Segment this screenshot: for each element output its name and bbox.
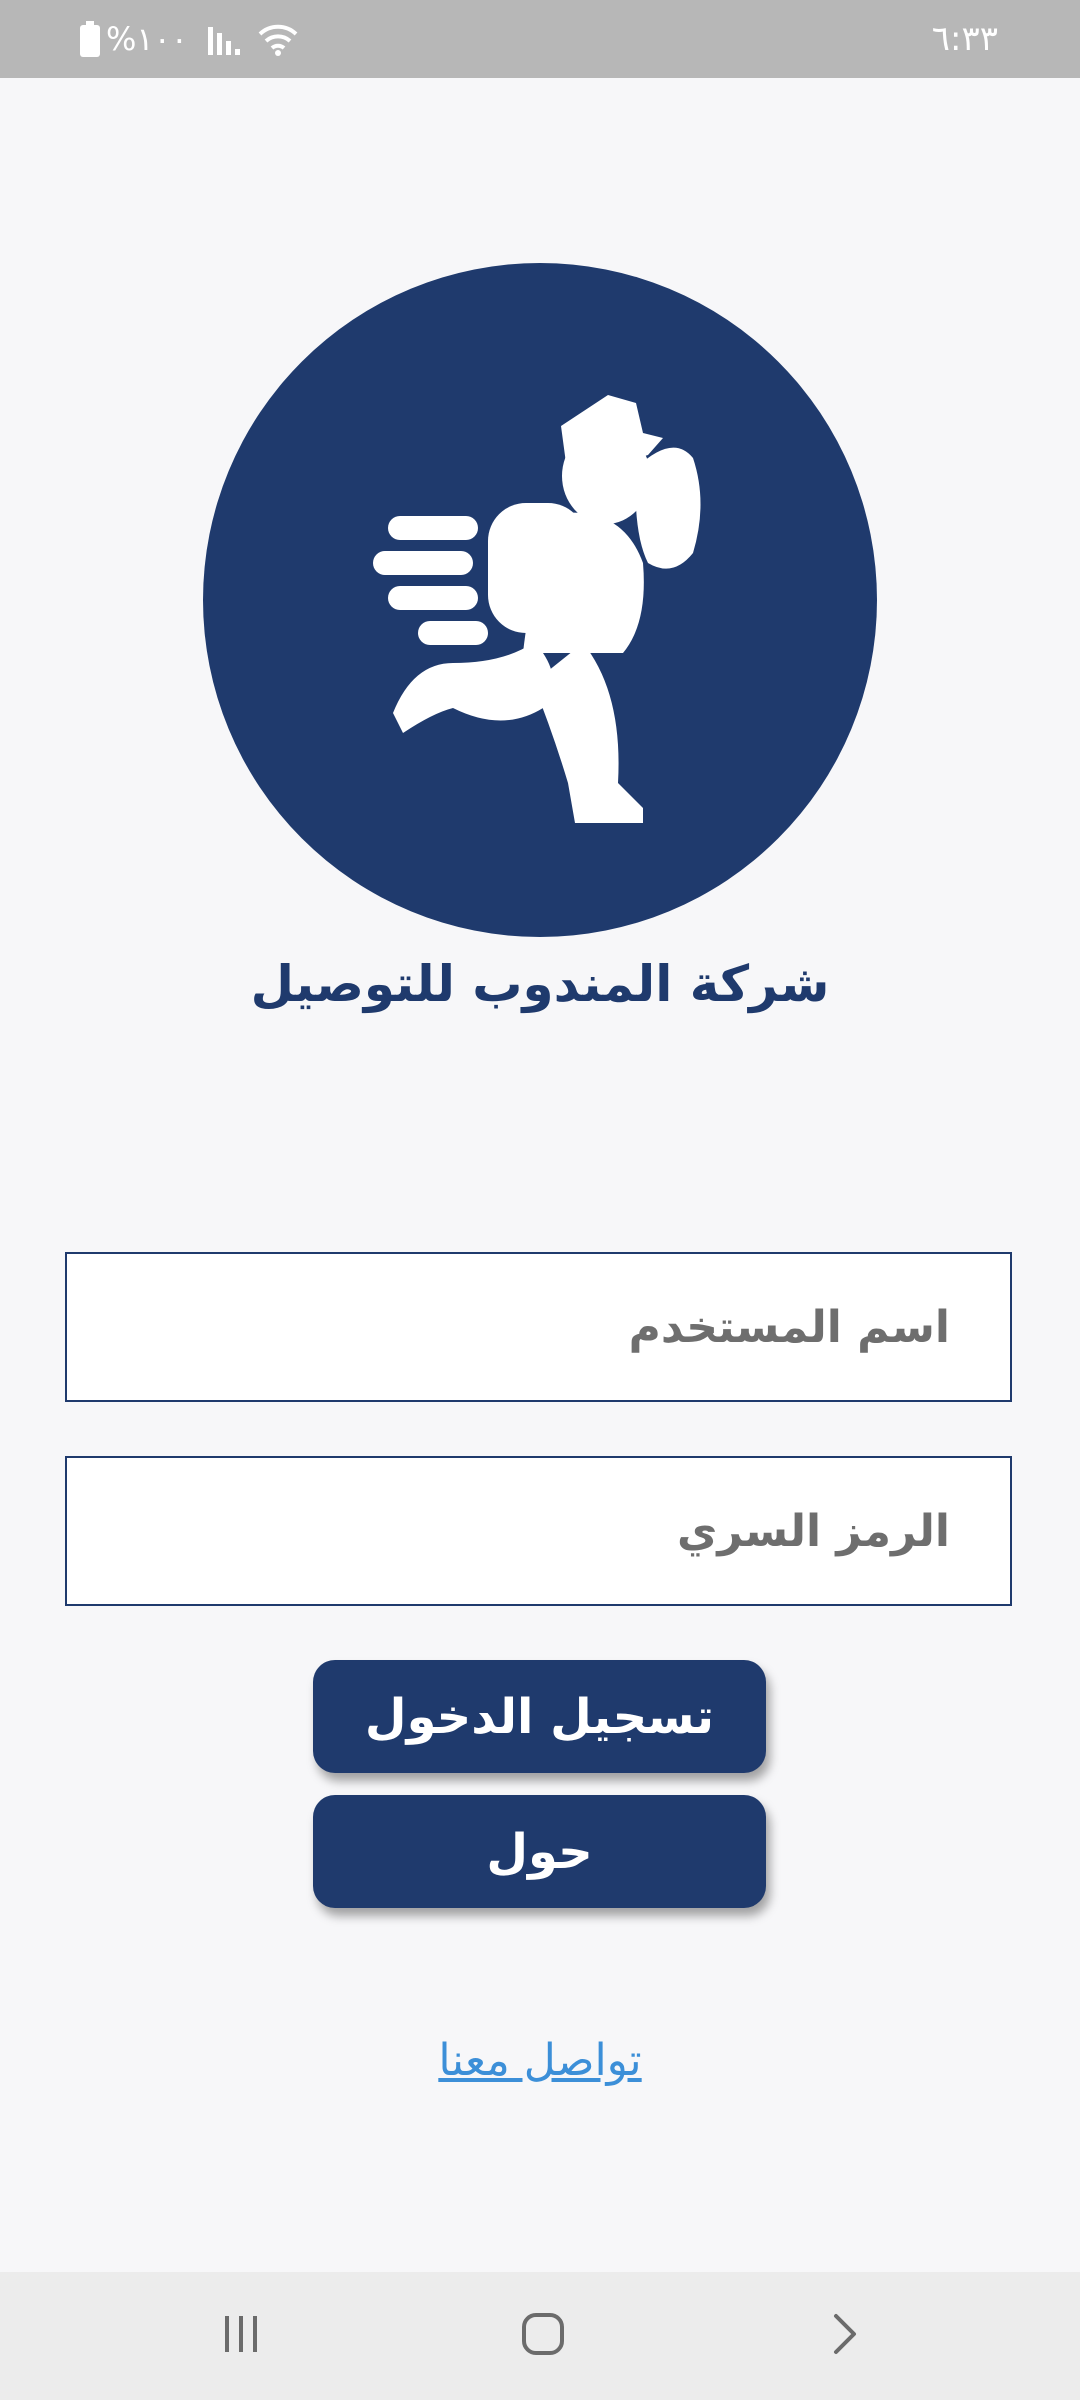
signal-icon [207, 23, 242, 55]
status-time: ٦:٣٣ [931, 19, 998, 59]
battery-percent: %١٠٠ [106, 20, 188, 58]
username-field-container [65, 1252, 1012, 1402]
password-input[interactable] [67, 1458, 1010, 1604]
battery-icon [80, 21, 100, 57]
company-name: شركة المندوب للتوصيل [250, 955, 830, 1013]
status-bar: %١٠٠ ٦:٣٣ [0, 0, 1080, 78]
username-input[interactable] [67, 1254, 1010, 1400]
contact-us-link[interactable]: تواصل معنا [0, 2035, 1080, 2086]
company-logo [203, 263, 877, 937]
recent-apps-icon [221, 2314, 261, 2358]
password-field-container [65, 1456, 1012, 1606]
recent-apps-button[interactable] [181, 2272, 301, 2400]
about-button[interactable]: حول [313, 1795, 766, 1908]
login-button[interactable]: تسجيل الدخول [313, 1660, 766, 1773]
navigation-bar [0, 2272, 1080, 2400]
back-button[interactable] [785, 2272, 905, 2400]
back-icon [830, 2312, 860, 2360]
home-button[interactable] [483, 2272, 603, 2400]
home-icon [521, 2312, 565, 2360]
status-left-group: %١٠٠ [80, 0, 298, 78]
wifi-icon [258, 22, 298, 56]
